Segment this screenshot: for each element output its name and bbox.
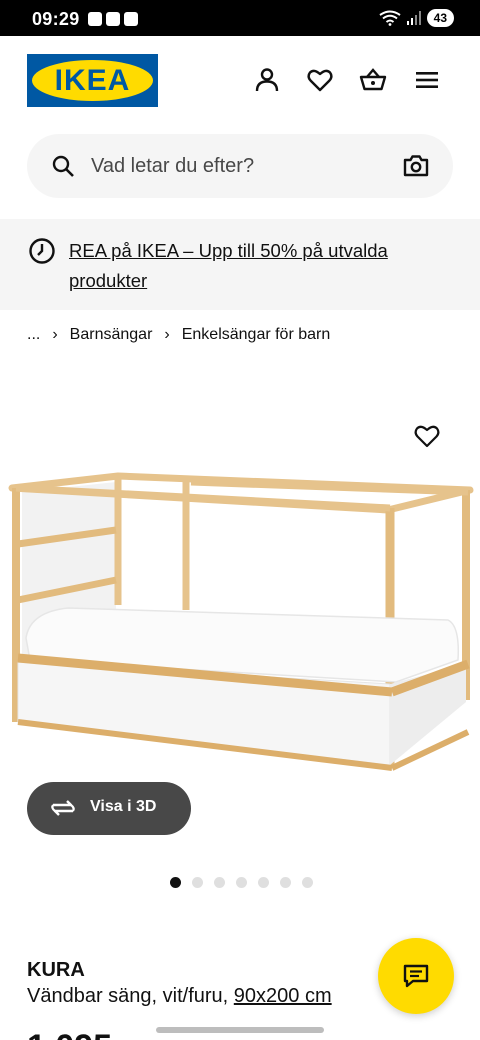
app-icon [124,12,138,26]
promo-link[interactable]: REA på IKEA – Upp till 50% på utvalda pr… [69,236,429,296]
snapchat-icon [106,12,120,26]
search-icon [52,155,74,177]
rotate-3d-icon [51,800,75,816]
carousel-dots [170,877,313,888]
carousel-dot[interactable] [192,877,203,888]
carousel-dot[interactable] [302,877,313,888]
product-name: KURA [27,959,85,981]
chevron-right-icon: › [164,326,170,343]
notification-icons [88,12,138,26]
gesture-nav-handle[interactable] [156,1027,324,1033]
add-to-favorites-icon[interactable] [413,422,441,450]
product-size-link[interactable]: 90x200 cm [234,985,332,1007]
account-icon[interactable] [253,66,281,94]
menu-icon[interactable] [413,66,441,94]
view-3d-button[interactable]: Visa i 3D [27,782,191,835]
heart-icon[interactable] [306,66,334,94]
battery-indicator: 43 [426,9,454,27]
wifi-icon [379,10,401,26]
registered-mark: ® [146,57,152,64]
carousel-dot[interactable] [214,877,225,888]
system-icons: 43 [379,9,454,27]
chat-button[interactable] [378,938,454,1014]
product-type: Vändbar säng, vit/furu, [27,985,229,1007]
search-bar[interactable] [27,134,453,198]
status-time: 09:29 [32,9,80,29]
view-3d-label: Visa i 3D [90,798,157,815]
logo-text: IKEA [54,64,131,97]
breadcrumb-ellipsis[interactable]: ... [27,326,40,344]
signal-icon [406,11,421,25]
product-description: Vändbar säng, vit/furu, 90x200 cm [27,985,332,1008]
search-input[interactable] [91,152,391,180]
promo-banner: REA på IKEA – Upp till 50% på utvalda pr… [0,219,480,310]
header: IKEA ® [0,36,480,128]
basket-icon[interactable] [359,66,387,94]
breadcrumb-item-barnsangar[interactable]: Barnsängar [70,326,153,344]
carousel-dot[interactable] [280,877,291,888]
clock-icon [29,238,55,264]
breadcrumb-item-enkelsangar[interactable]: Enkelsängar för barn [182,326,331,344]
status-bar: 09:29 43 [0,0,480,36]
product-price: 1 095 [27,1028,112,1040]
ikea-logo[interactable]: IKEA ® [27,54,158,107]
chat-icon [403,964,429,988]
product-image[interactable] [8,470,474,775]
chevron-right-icon: › [52,326,58,343]
notification-icon [88,12,102,26]
carousel-dot[interactable] [258,877,269,888]
camera-icon[interactable] [403,153,429,179]
carousel-dot[interactable] [170,877,181,888]
breadcrumb: ... › Barnsängar › Enkelsängar för barn [27,326,330,344]
carousel-dot[interactable] [236,877,247,888]
